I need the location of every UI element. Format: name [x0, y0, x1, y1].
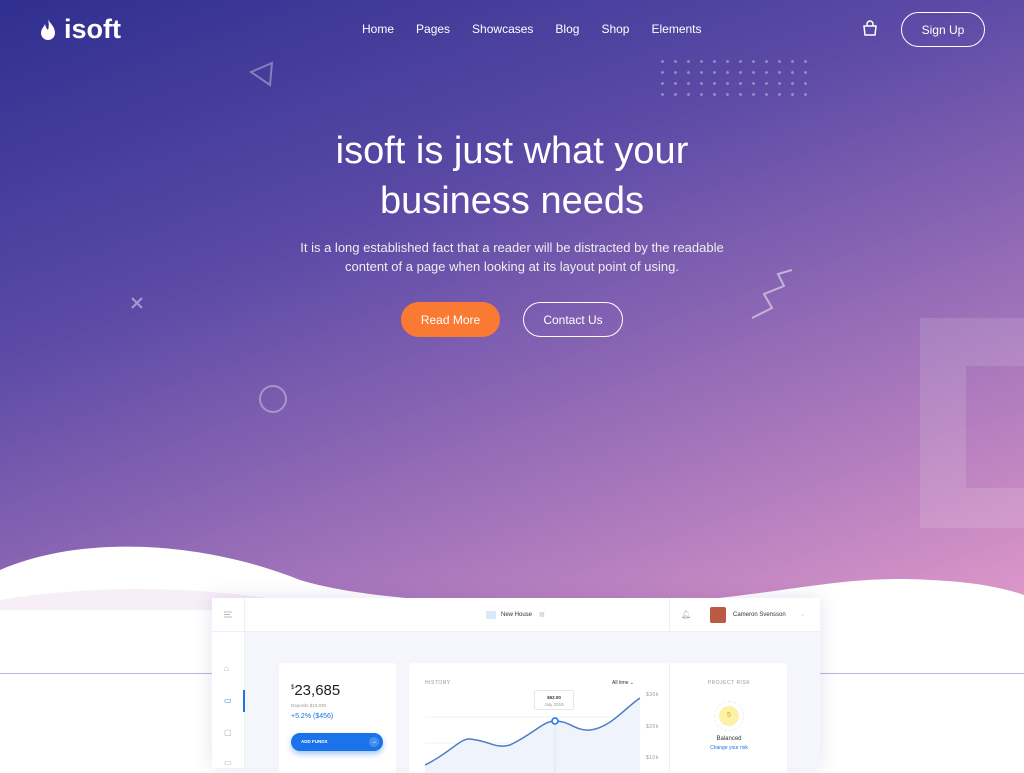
period-select[interactable]: All time ⌄: [612, 680, 634, 686]
period-value: All time: [612, 680, 629, 686]
y-tick: $30k: [646, 692, 659, 698]
balance-change: +5.2% ($456): [291, 713, 334, 720]
history-label: HISTORY: [425, 680, 451, 686]
deposits: Deposits $10,039: [291, 703, 327, 708]
file-icon[interactable]: ▭: [224, 758, 232, 767]
flame-icon: [41, 18, 55, 40]
y-tick: $20k: [646, 724, 659, 730]
folder-icon[interactable]: ▭: [224, 696, 232, 705]
tooltip-date: July 2019: [544, 702, 564, 707]
history-line-chart: [425, 697, 640, 773]
risk-status: Balanced: [716, 736, 742, 742]
brand-name: isoft: [64, 14, 121, 44]
navbar: isoft Home Pages Showcases Blog Shop Ele…: [0, 0, 1024, 58]
nav-elements[interactable]: Elements: [651, 22, 701, 36]
risk-gauge: 5: [719, 706, 739, 726]
zigzag-decoration: [751, 269, 793, 319]
nav-shop[interactable]: Shop: [601, 22, 629, 36]
read-more-button[interactable]: Read More: [401, 302, 500, 337]
chart-tooltip: $52.00 July 2019: [534, 690, 574, 710]
tooltip-value: $52.00: [547, 695, 561, 700]
dashboard-preview: New House ▦ 🔔︎ Cameron Svensson ⌄ ⌂ ▭ ▢ …: [212, 598, 820, 773]
change-risk-link[interactable]: Change your risk: [670, 745, 788, 751]
hero-title-line1: isoft is just what your: [335, 130, 689, 172]
risk-label: PROJECT RISK: [707, 680, 751, 686]
project-icon: [486, 611, 496, 619]
logo[interactable]: isoft: [38, 14, 121, 45]
home-icon[interactable]: ⌂: [224, 664, 229, 673]
project-risk-card: PROJECT RISK 5 Balanced Change your risk: [669, 663, 787, 773]
hero-subtitle-line1: It is a long established fact that a rea…: [300, 240, 724, 255]
grid-icon: ▦: [539, 612, 545, 618]
nav-showcases[interactable]: Showcases: [472, 22, 533, 36]
decorative-dots: [656, 56, 816, 101]
marker-point[interactable]: [551, 717, 559, 725]
share-icon[interactable]: ▢: [224, 728, 232, 737]
triangle-decoration: [248, 61, 274, 87]
square-decoration: [920, 318, 1024, 528]
dashboard-sidebar: ⌂ ▭ ▢ ▭: [212, 632, 245, 768]
chevron-down-icon[interactable]: ⌄: [800, 611, 805, 618]
nav-home[interactable]: Home: [362, 22, 394, 36]
hero-title-line2: business needs: [379, 180, 645, 222]
user-name[interactable]: Cameron Svensson: [733, 612, 786, 618]
hero-title: isoft is just what your business needs: [0, 126, 1024, 226]
history-card: HISTORY All time ⌄ $30k $20k $10k $52.00…: [409, 663, 669, 773]
nav-blog[interactable]: Blog: [555, 22, 579, 36]
contact-us-button[interactable]: Contact Us: [523, 302, 623, 337]
menu-icon: [224, 611, 232, 618]
dashboard-topbar: New House ▦ 🔔︎ Cameron Svensson ⌄: [212, 598, 820, 632]
project-name[interactable]: New House: [501, 612, 532, 618]
avatar[interactable]: [710, 607, 726, 623]
nav-pages[interactable]: Pages: [416, 22, 450, 36]
balance-amount: 23,685: [294, 682, 341, 699]
add-funds-label: ADD FUNDS: [301, 739, 328, 744]
circle-decoration: [259, 385, 287, 413]
hero-subtitle-line2: content of a page when looking at its la…: [345, 259, 679, 274]
add-funds-button[interactable]: ADD FUNDS →: [291, 733, 383, 751]
arrow-right-icon: →: [369, 737, 379, 747]
balance-card: $23,685 Deposits $10,039 +5.2% ($456) AD…: [279, 663, 396, 773]
bell-icon[interactable]: 🔔︎: [681, 610, 691, 619]
y-tick: $10k: [646, 755, 659, 761]
history-area: [425, 698, 640, 773]
main-menu: Home Pages Showcases Blog Shop Elements: [362, 22, 702, 36]
shopping-bag-icon[interactable]: [862, 20, 878, 36]
sign-up-button[interactable]: Sign Up: [901, 12, 985, 47]
cross-decoration: [131, 297, 143, 309]
hero-subtitle: It is a long established fact that a rea…: [0, 238, 1024, 276]
